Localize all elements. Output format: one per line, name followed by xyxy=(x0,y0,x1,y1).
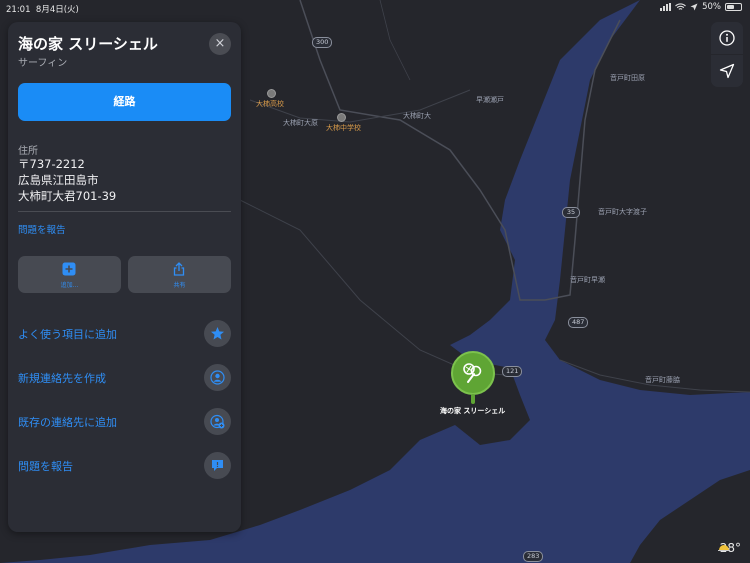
location-arrow-icon xyxy=(690,3,698,11)
report-issue-label: 問題を報告 xyxy=(18,460,73,473)
star-icon xyxy=(204,320,231,347)
route-shield-283: 283 xyxy=(523,551,544,562)
location-arrow-icon xyxy=(719,63,735,79)
route-shield-121: 121 xyxy=(502,366,523,377)
directions-button[interactable]: 経路 xyxy=(18,83,231,121)
map-label-ohgaki-ohhara: 大柿町大原 xyxy=(283,119,318,127)
create-contact-label: 新規連絡先を作成 xyxy=(18,372,106,385)
info-icon xyxy=(719,30,735,46)
location-pin[interactable] xyxy=(451,351,495,395)
route-shield-35: 35 xyxy=(562,207,580,218)
add-button[interactable]: 追加... xyxy=(18,256,121,293)
school-icon xyxy=(267,89,276,98)
address-city[interactable]: 広島県江田島市 xyxy=(18,172,99,188)
add-to-favorites-row[interactable]: よく使う項目に追加 xyxy=(18,320,231,348)
route-shield-300: 300 xyxy=(312,37,333,48)
map-label-ondo-hata: 音戸町藤脇 xyxy=(645,376,680,384)
map-label-hayase-strait: 早瀬瀬戸 xyxy=(476,96,504,104)
pin-label: 海の家 スリーシェル xyxy=(440,407,506,415)
share-button[interactable]: 共有 xyxy=(128,256,231,293)
close-button[interactable]: × xyxy=(209,33,231,55)
date-text: 8月4日(火) xyxy=(35,5,79,15)
time-text: 21:01 xyxy=(6,5,31,15)
place-title: 海の家 スリーシェル xyxy=(18,35,158,53)
add-to-contact-label: 既存の連絡先に追加 xyxy=(18,416,117,429)
route-shield-487: 487 xyxy=(568,317,589,328)
map-label-ohgaki-high[interactable]: 大柿高校 xyxy=(256,99,284,109)
map-label-ondo-otani: 音戸町大字渡子 xyxy=(598,208,647,216)
map-label-ohgaki-middle[interactable]: 大柿中学校 xyxy=(326,123,361,133)
info-button[interactable] xyxy=(711,22,743,54)
sports-icon xyxy=(463,363,482,383)
divider xyxy=(18,211,231,212)
map-label-ondo-hayase: 音戸町早瀬 xyxy=(570,276,605,284)
current-location-button[interactable] xyxy=(711,55,743,87)
map-label-ondo-tahara: 音戸町田原 xyxy=(610,74,645,82)
address-heading: 住所 xyxy=(18,146,38,157)
contact-icon xyxy=(204,364,231,391)
wifi-icon xyxy=(675,3,686,10)
map-label-ohgaki-oh: 大柿町大 xyxy=(403,112,431,120)
status-bar: 21:01 8月4日(火) 50% xyxy=(0,0,750,16)
plus-square-icon xyxy=(62,262,76,276)
share-icon xyxy=(173,262,185,276)
battery-percent: 50% xyxy=(702,2,721,12)
contact-add-icon xyxy=(204,408,231,435)
address-street[interactable]: 大柿町大君701-39 xyxy=(18,188,116,204)
pin-tail xyxy=(471,394,475,404)
status-time: 21:01 8月4日(火) xyxy=(6,3,79,15)
report-icon xyxy=(204,452,231,479)
school-icon xyxy=(337,113,346,122)
place-card: 海の家 スリーシェル サーフィン × 経路 住所 〒737-2212 広島県江田… xyxy=(8,22,241,532)
status-right: 50% xyxy=(660,2,742,12)
signal-icon xyxy=(660,3,672,11)
create-contact-row[interactable]: 新規連絡先を作成 xyxy=(18,364,231,392)
battery-icon xyxy=(725,3,742,11)
report-issue-row[interactable]: 問題を報告 xyxy=(18,452,231,480)
add-to-favorites-label: よく使う項目に追加 xyxy=(18,328,117,341)
address-postal[interactable]: 〒737-2212 xyxy=(18,156,85,172)
add-button-label: 追加... xyxy=(60,282,79,289)
add-to-contact-row[interactable]: 既存の連絡先に追加 xyxy=(18,408,231,436)
weather-indicator: 28° xyxy=(717,541,741,555)
share-button-label: 共有 xyxy=(173,282,186,289)
report-issue-link[interactable]: 問題を報告 xyxy=(18,222,66,236)
place-category: サーフィン xyxy=(18,58,68,69)
